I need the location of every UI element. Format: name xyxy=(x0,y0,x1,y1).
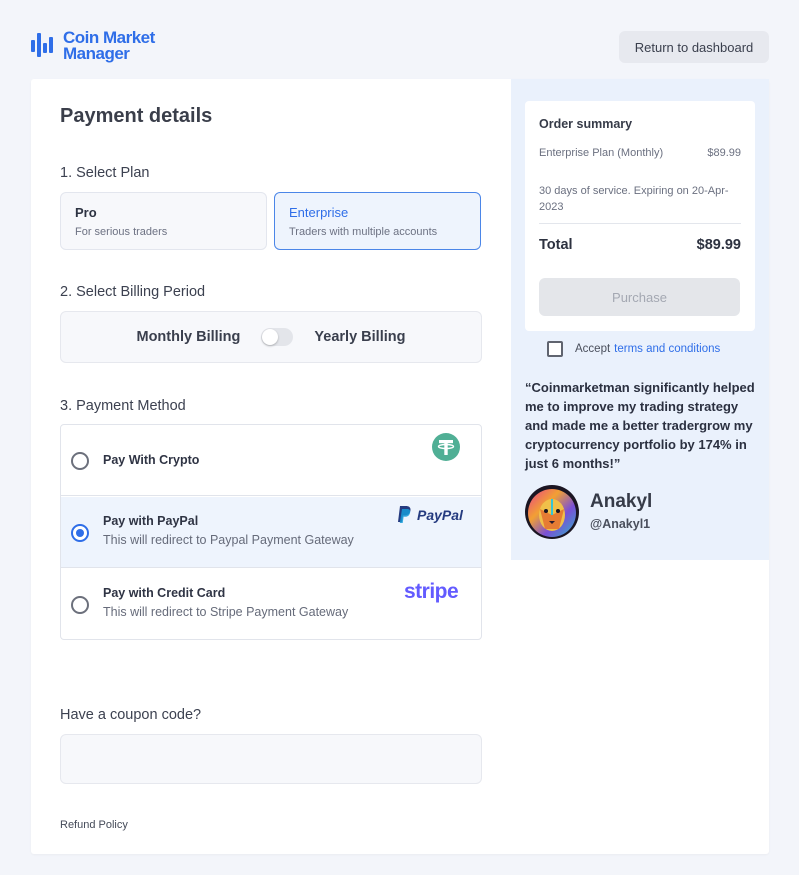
payment-option-subtitle: This will redirect to Paypal Payment Gat… xyxy=(103,533,354,547)
payment-option-paypal[interactable]: Pay with PayPal This will redirect to Pa… xyxy=(61,497,481,568)
payment-option-title: Pay with PayPal xyxy=(103,514,199,528)
payment-option-credit-card[interactable]: Pay with Credit Card This will redirect … xyxy=(61,569,481,639)
testimonial-author: Anakyl xyxy=(590,491,653,512)
paypal-radio[interactable] xyxy=(71,524,89,542)
brand-name: Coin Market Manager xyxy=(63,28,155,63)
credit-card-radio[interactable] xyxy=(71,596,89,614)
payment-method-section-label: 3. Payment Method xyxy=(60,398,186,414)
coupon-label: Have a coupon code? xyxy=(60,707,202,723)
accept-terms-row: Accept terms and conditions xyxy=(547,341,720,357)
yearly-billing-label[interactable]: Yearly Billing xyxy=(314,329,405,345)
terms-and-conditions-link[interactable]: terms and conditions xyxy=(614,343,720,355)
accept-label: Accept xyxy=(575,343,611,355)
toggle-knob xyxy=(262,329,279,345)
service-period-note: 30 days of service. Expiring on 20-Apr-2… xyxy=(539,185,729,213)
paypal-icon xyxy=(398,506,411,523)
page-title: Payment details xyxy=(60,105,213,127)
return-to-dashboard-button[interactable]: Return to dashboard xyxy=(619,31,769,63)
plan-description: Traders with multiple accounts xyxy=(289,226,438,238)
plan-description: For serious traders xyxy=(75,226,168,238)
stripe-logo: stripe xyxy=(404,580,459,603)
monthly-billing-label[interactable]: Monthly Billing xyxy=(137,329,241,345)
plan-option-enterprise[interactable]: Enterprise Traders with multiple account… xyxy=(274,192,481,250)
total-value: $89.99 xyxy=(696,237,741,253)
order-sidebar: Order summary Enterprise Plan (Monthly) … xyxy=(511,79,769,560)
billing-period-toggle[interactable] xyxy=(261,328,294,346)
billing-section-label: 2. Select Billing Period xyxy=(60,284,206,300)
payment-details-panel: Payment details 1. Select Plan Pro For s… xyxy=(31,79,511,854)
plan-option-pro[interactable]: Pro For serious traders xyxy=(60,192,267,250)
lion-avatar xyxy=(525,485,579,539)
paypal-logo-text: PayPal xyxy=(417,507,463,523)
payment-option-title: Pay With Crypto xyxy=(103,453,200,467)
coupon-code-input[interactable] xyxy=(60,734,482,784)
order-summary-card: Order summary Enterprise Plan (Monthly) … xyxy=(525,101,755,331)
refund-policy-link[interactable]: Refund Policy xyxy=(60,819,128,831)
payment-option-title: Pay with Credit Card xyxy=(103,586,226,600)
order-item-name: Enterprise Plan (Monthly) xyxy=(539,147,664,159)
paypal-logo: PayPal xyxy=(397,506,463,524)
payment-option-subtitle: This will redirect to Stripe Payment Gat… xyxy=(103,605,349,619)
total-label: Total xyxy=(539,237,573,253)
order-item-price: $89.99 xyxy=(707,147,741,159)
order-summary-title: Order summary xyxy=(539,117,633,131)
payment-option-crypto[interactable]: Pay With Crypto xyxy=(61,425,481,496)
testimonial-quote: “Coinmarketman significantly helped me t… xyxy=(525,380,755,471)
plan-name: Enterprise xyxy=(289,205,349,220)
testimonial-handle: @Anakyl1 xyxy=(590,517,651,531)
brand-logo[interactable]: Coin Market Manager xyxy=(31,28,155,63)
payment-method-list: Pay With Crypto Pay with PayPal This wil… xyxy=(60,424,482,640)
purchase-button[interactable]: Purchase xyxy=(539,278,740,316)
tether-icon xyxy=(432,433,460,461)
bar-chart-logo-icon xyxy=(31,31,55,61)
billing-period-selector: Monthly Billing Yearly Billing xyxy=(60,311,482,363)
plan-name: Pro xyxy=(75,205,97,220)
plan-section-label: 1. Select Plan xyxy=(60,165,150,181)
summary-divider xyxy=(539,223,741,224)
accept-terms-checkbox[interactable] xyxy=(547,341,563,357)
crypto-radio[interactable] xyxy=(71,452,89,470)
